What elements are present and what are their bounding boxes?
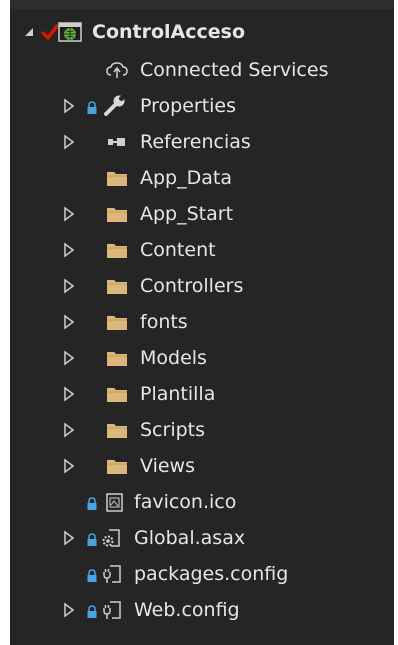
tree-item-controllers[interactable]: Controllers — [10, 268, 394, 304]
collapsed-arrow-icon[interactable] — [60, 529, 78, 547]
collapsed-arrow-icon[interactable] — [60, 385, 78, 403]
folder-icon — [107, 352, 127, 366]
lock-icon — [87, 533, 97, 546]
collapsed-arrow-icon[interactable] — [60, 277, 78, 295]
tree-item-web-config[interactable]: Web.config — [10, 592, 394, 628]
lock-icon — [87, 605, 97, 618]
collapsed-arrow-icon[interactable] — [60, 421, 78, 439]
folder-icon — [107, 388, 127, 402]
folder-icon — [107, 172, 127, 186]
collapsed-arrow-icon[interactable] — [60, 205, 78, 223]
folder-icon — [107, 460, 127, 474]
tree-item-label: Scripts — [140, 419, 206, 441]
collapsed-arrow-icon[interactable] — [60, 97, 78, 115]
folder-icon — [107, 280, 127, 294]
tree-item-label: Connected Services — [140, 59, 329, 81]
tree-item-label: fonts — [140, 311, 188, 333]
panel-top-strip — [10, 0, 394, 9]
tree-item-global-asax[interactable]: Global.asax — [10, 520, 394, 556]
tree-item-label: Properties — [140, 95, 237, 117]
collapsed-arrow-icon[interactable] — [60, 457, 78, 475]
collapsed-arrow-icon[interactable] — [60, 313, 78, 331]
tree-item-label: packages.config — [134, 563, 289, 585]
tree-item-favicon[interactable]: favicon.ico — [10, 484, 394, 520]
tree-item-label: Web.config — [134, 599, 240, 621]
tree-item-label: Controllers — [140, 275, 244, 297]
lock-icon — [87, 101, 97, 114]
tree-item-referencias[interactable]: Referencias — [10, 124, 394, 160]
references-icon — [108, 138, 125, 146]
tree-item-content[interactable]: Content — [10, 232, 394, 268]
tree-item-label: App_Start — [140, 203, 234, 225]
tree-item-label: App_Data — [140, 167, 232, 189]
gear-file-icon — [102, 529, 120, 547]
tree-item-app-start[interactable]: App_Start — [10, 196, 394, 232]
collapsed-arrow-icon[interactable] — [60, 133, 78, 151]
solution-explorer-panel: ControlAcceso Connected Services Propert… — [10, 0, 394, 645]
config-file-icon — [103, 565, 121, 583]
tree-item-label: Content — [140, 239, 216, 261]
expanded-arrow-icon[interactable] — [20, 23, 38, 41]
folder-icon — [107, 208, 127, 222]
folder-icon — [107, 316, 127, 330]
tree-item-label: Plantilla — [140, 383, 216, 405]
tree-item-label: Views — [140, 455, 195, 477]
wrench-icon — [104, 95, 125, 116]
collapsed-arrow-icon[interactable] — [60, 349, 78, 367]
tree-item-label: Global.asax — [134, 527, 246, 549]
folder-icon — [107, 424, 127, 438]
tree-item-properties[interactable]: Properties — [10, 88, 394, 124]
tree-item-packages-config[interactable]: packages.config — [10, 556, 394, 592]
tree-item-label: favicon.ico — [134, 491, 237, 513]
lock-icon — [87, 569, 97, 582]
connected-services-icon — [106, 62, 128, 78]
project-name: ControlAcceso — [92, 21, 246, 43]
image-file-icon — [106, 493, 123, 512]
tree-item-models[interactable]: Models — [10, 340, 394, 376]
lock-icon — [87, 497, 97, 510]
tree-item-scripts[interactable]: Scripts — [10, 412, 394, 448]
project-row[interactable]: ControlAcceso — [10, 14, 394, 50]
folder-icon — [107, 244, 127, 258]
collapsed-arrow-icon[interactable] — [60, 601, 78, 619]
tree-item-views[interactable]: Views — [10, 448, 394, 484]
web-project-icon — [58, 22, 82, 42]
collapsed-arrow-icon[interactable] — [60, 241, 78, 259]
tree-item-app-data[interactable]: App_Data — [10, 160, 394, 196]
config-file-icon — [103, 601, 121, 619]
tree-item-connected-services[interactable]: Connected Services — [10, 52, 394, 88]
tree-item-label: Referencias — [140, 131, 251, 153]
tree-item-label: Models — [140, 347, 207, 369]
tree-item-plantilla[interactable]: Plantilla — [10, 376, 394, 412]
tree-item-fonts[interactable]: fonts — [10, 304, 394, 340]
